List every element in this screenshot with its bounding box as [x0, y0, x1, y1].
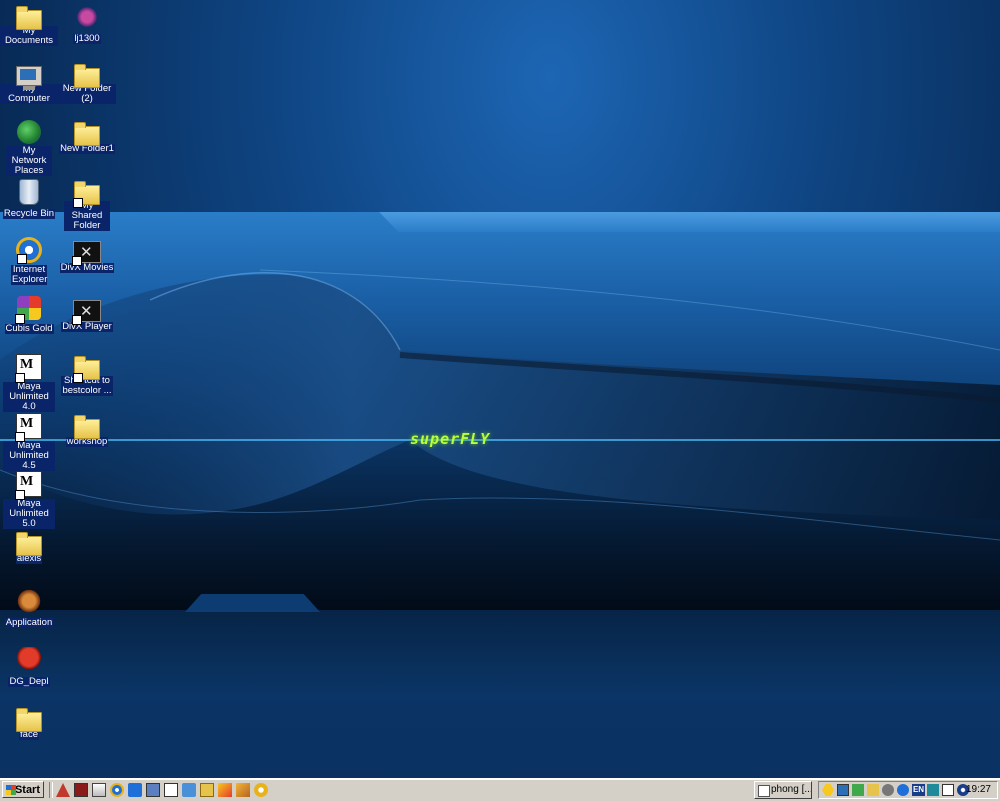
- quicklaunch-ie-icon[interactable]: [110, 783, 124, 797]
- my-documents-icon: [16, 6, 42, 30]
- desktop-wallpaper: superFLY: [0, 0, 1000, 778]
- icon-label: My Network Places: [6, 146, 52, 176]
- desktop-icon-my-shared-folder[interactable]: My Shared Folder: [58, 179, 116, 231]
- wallpaper-logo: superFLY: [410, 430, 491, 448]
- folder-icon: [74, 122, 100, 146]
- display-tray-icon[interactable]: [927, 784, 939, 796]
- desktop-icon-shortcut-bestcolor[interactable]: Shortcut to bestcolor ...: [58, 354, 116, 396]
- document-tray-icon[interactable]: [942, 784, 954, 796]
- network-places-icon: [17, 120, 41, 144]
- desktop-icon-recycle-bin[interactable]: Recycle Bin: [0, 179, 58, 219]
- divx-icon: [72, 241, 101, 266]
- desktop-icon-divx-movies[interactable]: DivX Movies: [58, 237, 116, 273]
- desktop-icon-my-documents[interactable]: My Documents: [0, 4, 58, 46]
- quicklaunch-media-icon[interactable]: [74, 783, 88, 797]
- printer-app-icon: [74, 4, 100, 30]
- desktop-icon-face[interactable]: face: [0, 706, 58, 740]
- folder-icon: [16, 708, 42, 732]
- wallpaper-wave-graphic: [0, 269, 1000, 541]
- folder-icon: [16, 532, 42, 556]
- desktop-icon-application[interactable]: Application: [0, 588, 58, 628]
- maya-icon: [15, 354, 42, 383]
- taskbar: Start phong [... EN 19:27: [0, 778, 1000, 801]
- start-button[interactable]: Start: [2, 781, 44, 798]
- icon-label: Maya Unlimited 4.0: [3, 382, 55, 412]
- desktop-icon-maya-5-0[interactable]: Maya Unlimited 5.0: [0, 471, 58, 529]
- desktop-icon-maya-4-5[interactable]: Maya Unlimited 4.5: [0, 413, 58, 471]
- quicklaunch-pencil-icon[interactable]: [218, 783, 232, 797]
- icon-label: DivX Player: [61, 321, 113, 332]
- desktop-icon-divx-player[interactable]: DivX Player: [58, 296, 116, 332]
- application-icon: [16, 588, 42, 614]
- icon-label: Cubis Gold: [4, 323, 54, 334]
- quicklaunch-app-icon[interactable]: [56, 783, 70, 797]
- network-tray-icon[interactable]: [837, 784, 849, 796]
- icon-label: My Shared Folder: [64, 201, 110, 231]
- desktop-icon-workshop[interactable]: workshop: [58, 413, 116, 447]
- maya-icon: [15, 413, 42, 442]
- icon-label: Application: [4, 617, 54, 628]
- icon-label: DivX Movies: [59, 262, 115, 273]
- desktop-icon-maya-4-0[interactable]: Maya Unlimited 4.0: [0, 354, 58, 412]
- icon-label: Maya Unlimited 5.0: [3, 499, 55, 529]
- folder-icon: [74, 64, 100, 88]
- language-indicator[interactable]: EN: [912, 784, 925, 796]
- desktop-icon-my-computer[interactable]: My Computer: [0, 62, 58, 104]
- folder-icon: [74, 415, 100, 439]
- pencil-tray-icon[interactable]: [867, 784, 879, 796]
- icon-label: lj1300: [73, 33, 101, 44]
- recycle-bin-icon: [19, 179, 39, 205]
- quicklaunch-desktop-icon[interactable]: [146, 783, 160, 797]
- system-tray: EN 19:27: [818, 781, 998, 799]
- speaker-icon[interactable]: [822, 784, 834, 796]
- shield-icon[interactable]: [897, 784, 909, 796]
- quicklaunch-document-icon[interactable]: [92, 783, 106, 797]
- internet-explorer-icon: [16, 237, 42, 264]
- gear-icon[interactable]: [882, 784, 894, 796]
- clock[interactable]: 19:27: [966, 783, 991, 797]
- sync-tray-icon[interactable]: [852, 784, 864, 796]
- task-button-label: phong [...: [771, 784, 812, 795]
- desktop-icon-alexis[interactable]: alexis: [0, 530, 58, 564]
- shortcut-folder-icon: [73, 356, 100, 383]
- icon-label: Internet Explorer: [11, 264, 48, 285]
- quicklaunch-folder-icon[interactable]: [200, 783, 214, 797]
- windows-flag-icon: [6, 785, 16, 795]
- taskbar-separator: [49, 782, 53, 798]
- desktop-icon-internet-explorer[interactable]: Internet Explorer: [0, 237, 58, 285]
- quicklaunch-player-icon[interactable]: [254, 783, 268, 797]
- desktop-icon-new-folder-2[interactable]: New Folder (2): [58, 62, 116, 104]
- my-computer-icon: [16, 66, 42, 90]
- quicklaunch-maya-icon[interactable]: [164, 783, 178, 797]
- taskbar-window-button[interactable]: phong [...: [754, 781, 812, 799]
- window-icon: [758, 785, 770, 797]
- quicklaunch-network-icon[interactable]: [182, 783, 196, 797]
- icon-label: Recycle Bin: [2, 208, 56, 219]
- start-label: Start: [14, 784, 40, 796]
- desktop-icon-new-folder1[interactable]: New Folder1: [58, 120, 116, 154]
- cubis-gold-icon: [15, 296, 41, 324]
- shared-folder-icon: [73, 181, 100, 208]
- icon-label: Maya Unlimited 4.5: [3, 441, 55, 471]
- desktop-icon-lj1300[interactable]: lj1300: [58, 4, 116, 44]
- icon-label: DG_Depl: [8, 676, 50, 687]
- maya-icon: [15, 471, 42, 500]
- skull-icon: [17, 647, 41, 673]
- divx-icon: [72, 300, 101, 325]
- desktop-icon-cubis-gold[interactable]: Cubis Gold: [0, 296, 58, 334]
- quicklaunch-outlook-icon[interactable]: [128, 783, 142, 797]
- desktop-icon-dg-depl[interactable]: DG_Depl: [0, 647, 58, 687]
- desktop-icon-network-places[interactable]: My Network Places: [0, 120, 58, 176]
- quicklaunch-tool-icon[interactable]: [236, 783, 250, 797]
